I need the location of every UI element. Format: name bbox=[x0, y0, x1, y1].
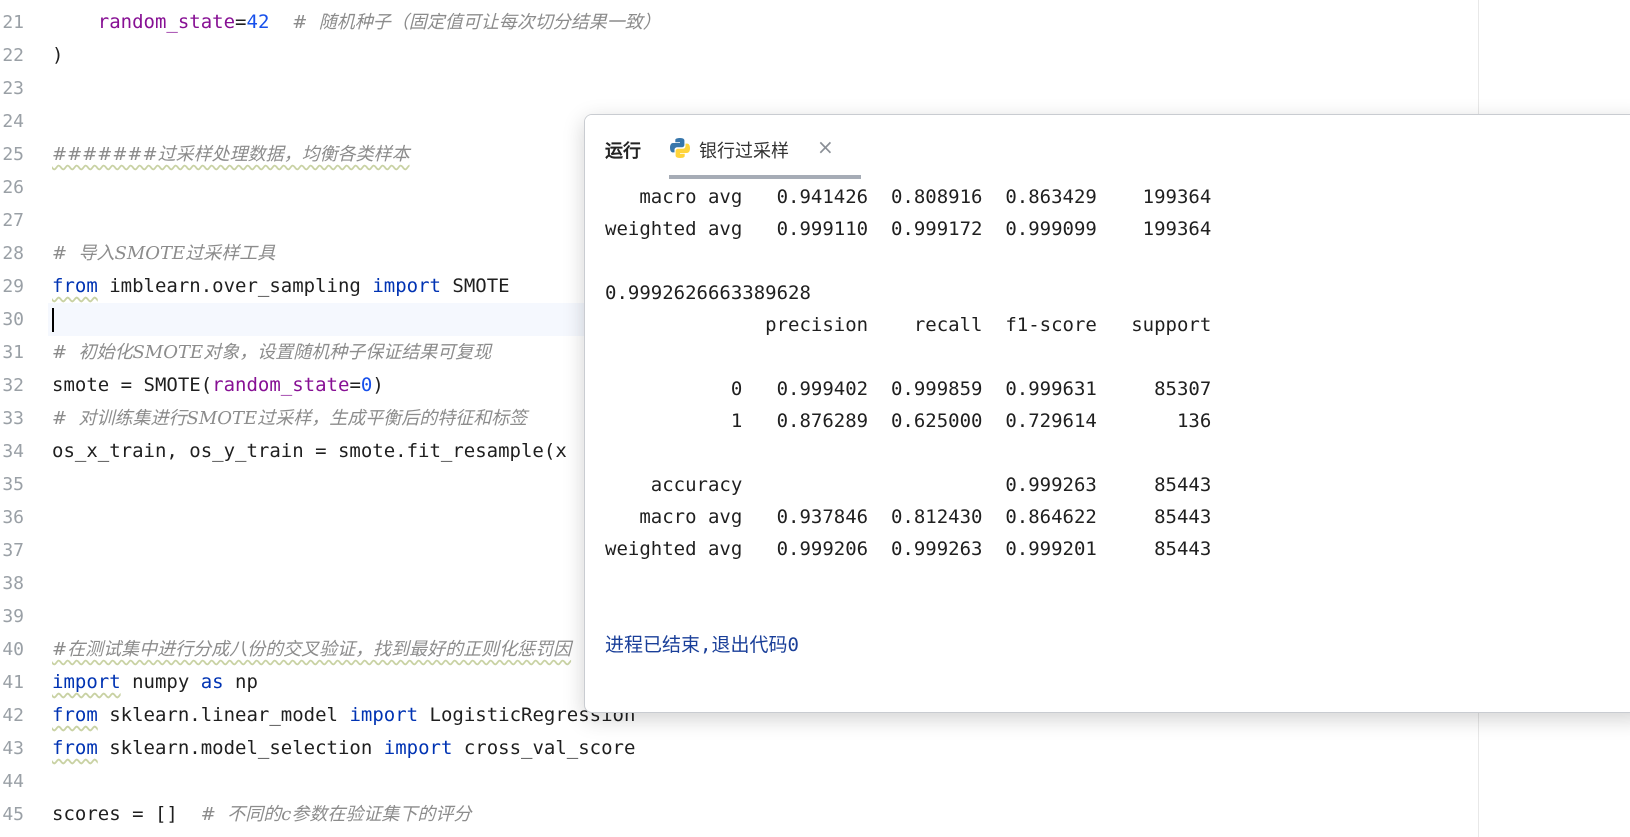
line-number: 41 bbox=[2, 672, 24, 693]
line-number: 23 bbox=[2, 78, 24, 99]
console-line: 0.9992626663389628 bbox=[605, 282, 811, 304]
code-token: as bbox=[200, 671, 224, 693]
code-token: smote = SMOTE( bbox=[52, 374, 213, 396]
code-token: numpy bbox=[120, 671, 201, 693]
line-number: 45 bbox=[2, 804, 24, 825]
code-token: ) bbox=[372, 374, 384, 396]
run-tool-window[interactable]: 运行 银行过采样 × macro avg 0.941426 0.808916 0… bbox=[584, 114, 1630, 713]
code-token: from bbox=[52, 737, 98, 759]
line-number: 32 bbox=[2, 375, 24, 396]
line-number: 33 bbox=[2, 408, 24, 429]
line-number-gutter: 21 22 23 24 25 26 27 28 29 30 31 32 33 34 35 36 37 38 39 40… bbox=[0, 0, 48, 837]
line-number: 30 bbox=[2, 309, 24, 330]
console-line: accuracy 0.999263 85443 bbox=[605, 474, 1212, 496]
code-token: = bbox=[235, 11, 247, 33]
run-label: 运行 bbox=[605, 141, 641, 162]
code-token: ) bbox=[52, 44, 64, 66]
code-token: = bbox=[349, 374, 361, 396]
code-token: #在测试集中进行分成八份的交叉验证，找到最好的正则化惩罚因 bbox=[52, 639, 572, 660]
code-line[interactable]: scores = [] # 不同的c参数在验证集下的评分 bbox=[52, 798, 471, 831]
run-tab-bar: 运行 银行过采样 × bbox=[585, 115, 1630, 179]
code-token: SMOTE bbox=[440, 275, 510, 297]
code-line[interactable]: from sklearn.model_selection import cros… bbox=[52, 732, 635, 765]
code-token: import bbox=[52, 671, 121, 693]
code-line[interactable]: os_x_train, os_y_train = smote.fit_resam… bbox=[52, 435, 567, 468]
code-line[interactable]: ) bbox=[52, 39, 63, 72]
code-token: from bbox=[52, 704, 98, 726]
tab-title: 银行过采样 bbox=[699, 141, 789, 162]
line-number: 36 bbox=[2, 507, 24, 528]
text-caret bbox=[52, 307, 54, 332]
code-token: sklearn.linear_model bbox=[97, 704, 350, 726]
code-line[interactable]: # 导入SMOTE过采样工具 bbox=[52, 237, 275, 270]
console-line: macro avg 0.941426 0.808916 0.863429 199… bbox=[605, 186, 1212, 208]
close-icon[interactable]: × bbox=[817, 135, 834, 159]
line-number: 26 bbox=[2, 177, 24, 198]
code-line[interactable]: # 初始化SMOTE对象，设置随机种子保证结果可复现 bbox=[52, 336, 491, 369]
tab-bank-oversampling[interactable]: 银行过采样 × bbox=[669, 115, 861, 179]
line-number: 43 bbox=[2, 738, 24, 759]
code-token: scores = [] bbox=[52, 803, 201, 825]
line-number: 40 bbox=[2, 639, 24, 660]
line-number: 25 bbox=[2, 144, 24, 165]
code-token: #######过采样处理数据，均衡各类样本 bbox=[52, 144, 410, 165]
line-number: 34 bbox=[2, 441, 24, 462]
code-token: import bbox=[372, 275, 441, 297]
code-line[interactable]: from sklearn.linear_model import Logisti… bbox=[52, 699, 635, 732]
process-exit-message: 进程已结束,退出代码0 bbox=[605, 634, 799, 656]
line-number: 35 bbox=[2, 474, 24, 495]
code-token: # 随机种子（固定值可让每次切分结果一致） bbox=[292, 12, 661, 33]
line-number: 39 bbox=[2, 606, 24, 627]
line-number: 22 bbox=[2, 45, 24, 66]
code-token: # 对训练集进行SMOTE过采样，生成平衡后的特征和标签 bbox=[52, 408, 528, 429]
code-token: import bbox=[383, 737, 453, 759]
code-token: from bbox=[52, 275, 98, 297]
line-number: 21 bbox=[2, 12, 24, 33]
code-line[interactable]: smote = SMOTE(random_state=0) bbox=[52, 369, 384, 402]
line-number: 27 bbox=[2, 210, 24, 231]
console-line: precision recall f1-score support bbox=[605, 314, 1212, 336]
code-line[interactable]: random_state=42 # 随机种子（固定值可让每次切分结果一致） bbox=[52, 6, 661, 39]
line-number: 37 bbox=[2, 540, 24, 561]
code-line[interactable]: #######过采样处理数据，均衡各类样本 bbox=[52, 138, 410, 171]
console-line: 0 0.999402 0.999859 0.999631 85307 bbox=[605, 378, 1212, 400]
code-token: import bbox=[349, 704, 419, 726]
code-token: 42 bbox=[246, 11, 270, 33]
line-number: 38 bbox=[2, 573, 24, 594]
code-token: 0 bbox=[360, 374, 373, 396]
code-line[interactable]: # 对训练集进行SMOTE过采样，生成平衡后的特征和标签 bbox=[52, 402, 527, 435]
line-number: 31 bbox=[2, 342, 24, 363]
code-token: imblearn.over_sampling bbox=[97, 275, 373, 297]
line-number: 44 bbox=[2, 771, 24, 792]
line-number: 42 bbox=[2, 705, 24, 726]
console-line: 1 0.876289 0.625000 0.729614 136 bbox=[605, 410, 1212, 432]
code-line[interactable]: from imblearn.over_sampling import SMOTE bbox=[52, 270, 510, 303]
code-line[interactable]: #在测试集中进行分成八份的交叉验证，找到最好的正则化惩罚因 bbox=[52, 633, 571, 666]
line-number: 24 bbox=[2, 111, 24, 132]
code-token: # 不同的c参数在验证集下的评分 bbox=[200, 804, 472, 825]
code-token: os_x_train, os_y_train = smote.fit_resam… bbox=[52, 440, 567, 462]
console-line: weighted avg 0.999206 0.999263 0.999201 … bbox=[605, 538, 1212, 560]
code-line[interactable]: import numpy as np bbox=[52, 666, 258, 699]
code-token: np bbox=[223, 671, 258, 693]
console-line: macro avg 0.937846 0.812430 0.864622 854… bbox=[605, 506, 1212, 528]
code-token: random_state bbox=[97, 11, 236, 33]
code-token: # 导入SMOTE过采样工具 bbox=[52, 243, 276, 264]
code-token: # 初始化SMOTE对象，设置随机种子保证结果可复现 bbox=[52, 342, 492, 363]
python-icon bbox=[670, 138, 690, 158]
code-token: sklearn.model_selection bbox=[97, 737, 384, 759]
code-token: random_state bbox=[212, 374, 350, 396]
code-token: cross_val_score bbox=[452, 737, 636, 759]
console-line: weighted avg 0.999110 0.999172 0.999099 … bbox=[605, 218, 1212, 240]
line-number: 29 bbox=[2, 276, 24, 297]
line-number: 28 bbox=[2, 243, 24, 264]
